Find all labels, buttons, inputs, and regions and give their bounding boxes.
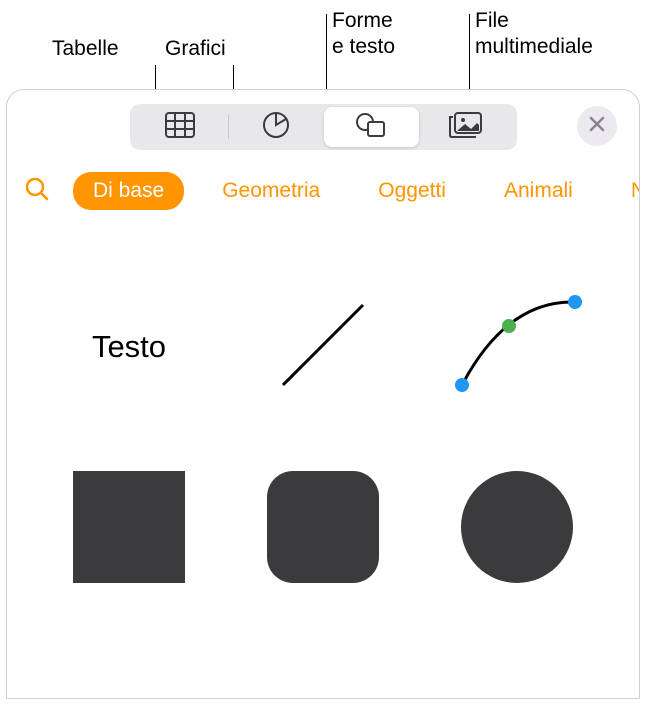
insert-panel: Di base Geometria Oggetti Animali N Test… <box>6 89 640 699</box>
table-icon <box>165 112 195 143</box>
shapes-button[interactable] <box>324 107 419 147</box>
callout-tables-label: Tabelle <box>52 36 119 61</box>
search-icon <box>24 176 50 207</box>
close-button[interactable] <box>577 106 617 146</box>
callout-media-label-l1: File <box>475 8 509 33</box>
circle-icon <box>461 471 573 583</box>
callout-shapes-label-l2: e testo <box>332 34 395 59</box>
shape-rounded-square[interactable] <box>241 462 405 592</box>
shapes-icon <box>355 111 387 144</box>
pie-chart-icon <box>262 111 290 144</box>
insert-segmented-control <box>130 104 517 150</box>
category-animals[interactable]: Animali <box>484 172 593 210</box>
line-icon <box>263 285 383 410</box>
text-shape-label: Testo <box>92 329 166 365</box>
media-icon <box>449 112 483 143</box>
category-basic[interactable]: Di base <box>73 172 184 210</box>
category-objects[interactable]: Oggetti <box>358 172 466 210</box>
category-geometry[interactable]: Geometria <box>202 172 340 210</box>
shapes-grid: Testo <box>7 222 639 622</box>
shape-text[interactable]: Testo <box>47 282 211 412</box>
callout-media-label-l2: multimediale <box>475 34 593 59</box>
search-button[interactable] <box>19 173 55 209</box>
shape-categories: Di base Geometria Oggetti Animali N <box>7 160 639 222</box>
callout-charts-label: Grafici <box>165 36 226 61</box>
close-icon <box>589 116 605 137</box>
callout-annotations: Tabelle Grafici Forme e testo File multi… <box>0 0 646 90</box>
shape-line[interactable] <box>241 282 405 412</box>
shape-square[interactable] <box>47 462 211 592</box>
square-icon <box>73 471 185 583</box>
shape-circle[interactable] <box>435 462 599 592</box>
rounded-square-icon <box>267 471 379 583</box>
curve-icon <box>447 290 587 405</box>
shape-curve[interactable] <box>435 282 599 412</box>
tables-button[interactable] <box>133 107 228 147</box>
callout-shapes-label-l1: Forme <box>332 8 393 33</box>
media-button[interactable] <box>419 107 514 147</box>
insert-toolbar <box>7 90 639 160</box>
category-nature-partial[interactable]: N <box>611 172 639 210</box>
charts-button[interactable] <box>229 107 324 147</box>
